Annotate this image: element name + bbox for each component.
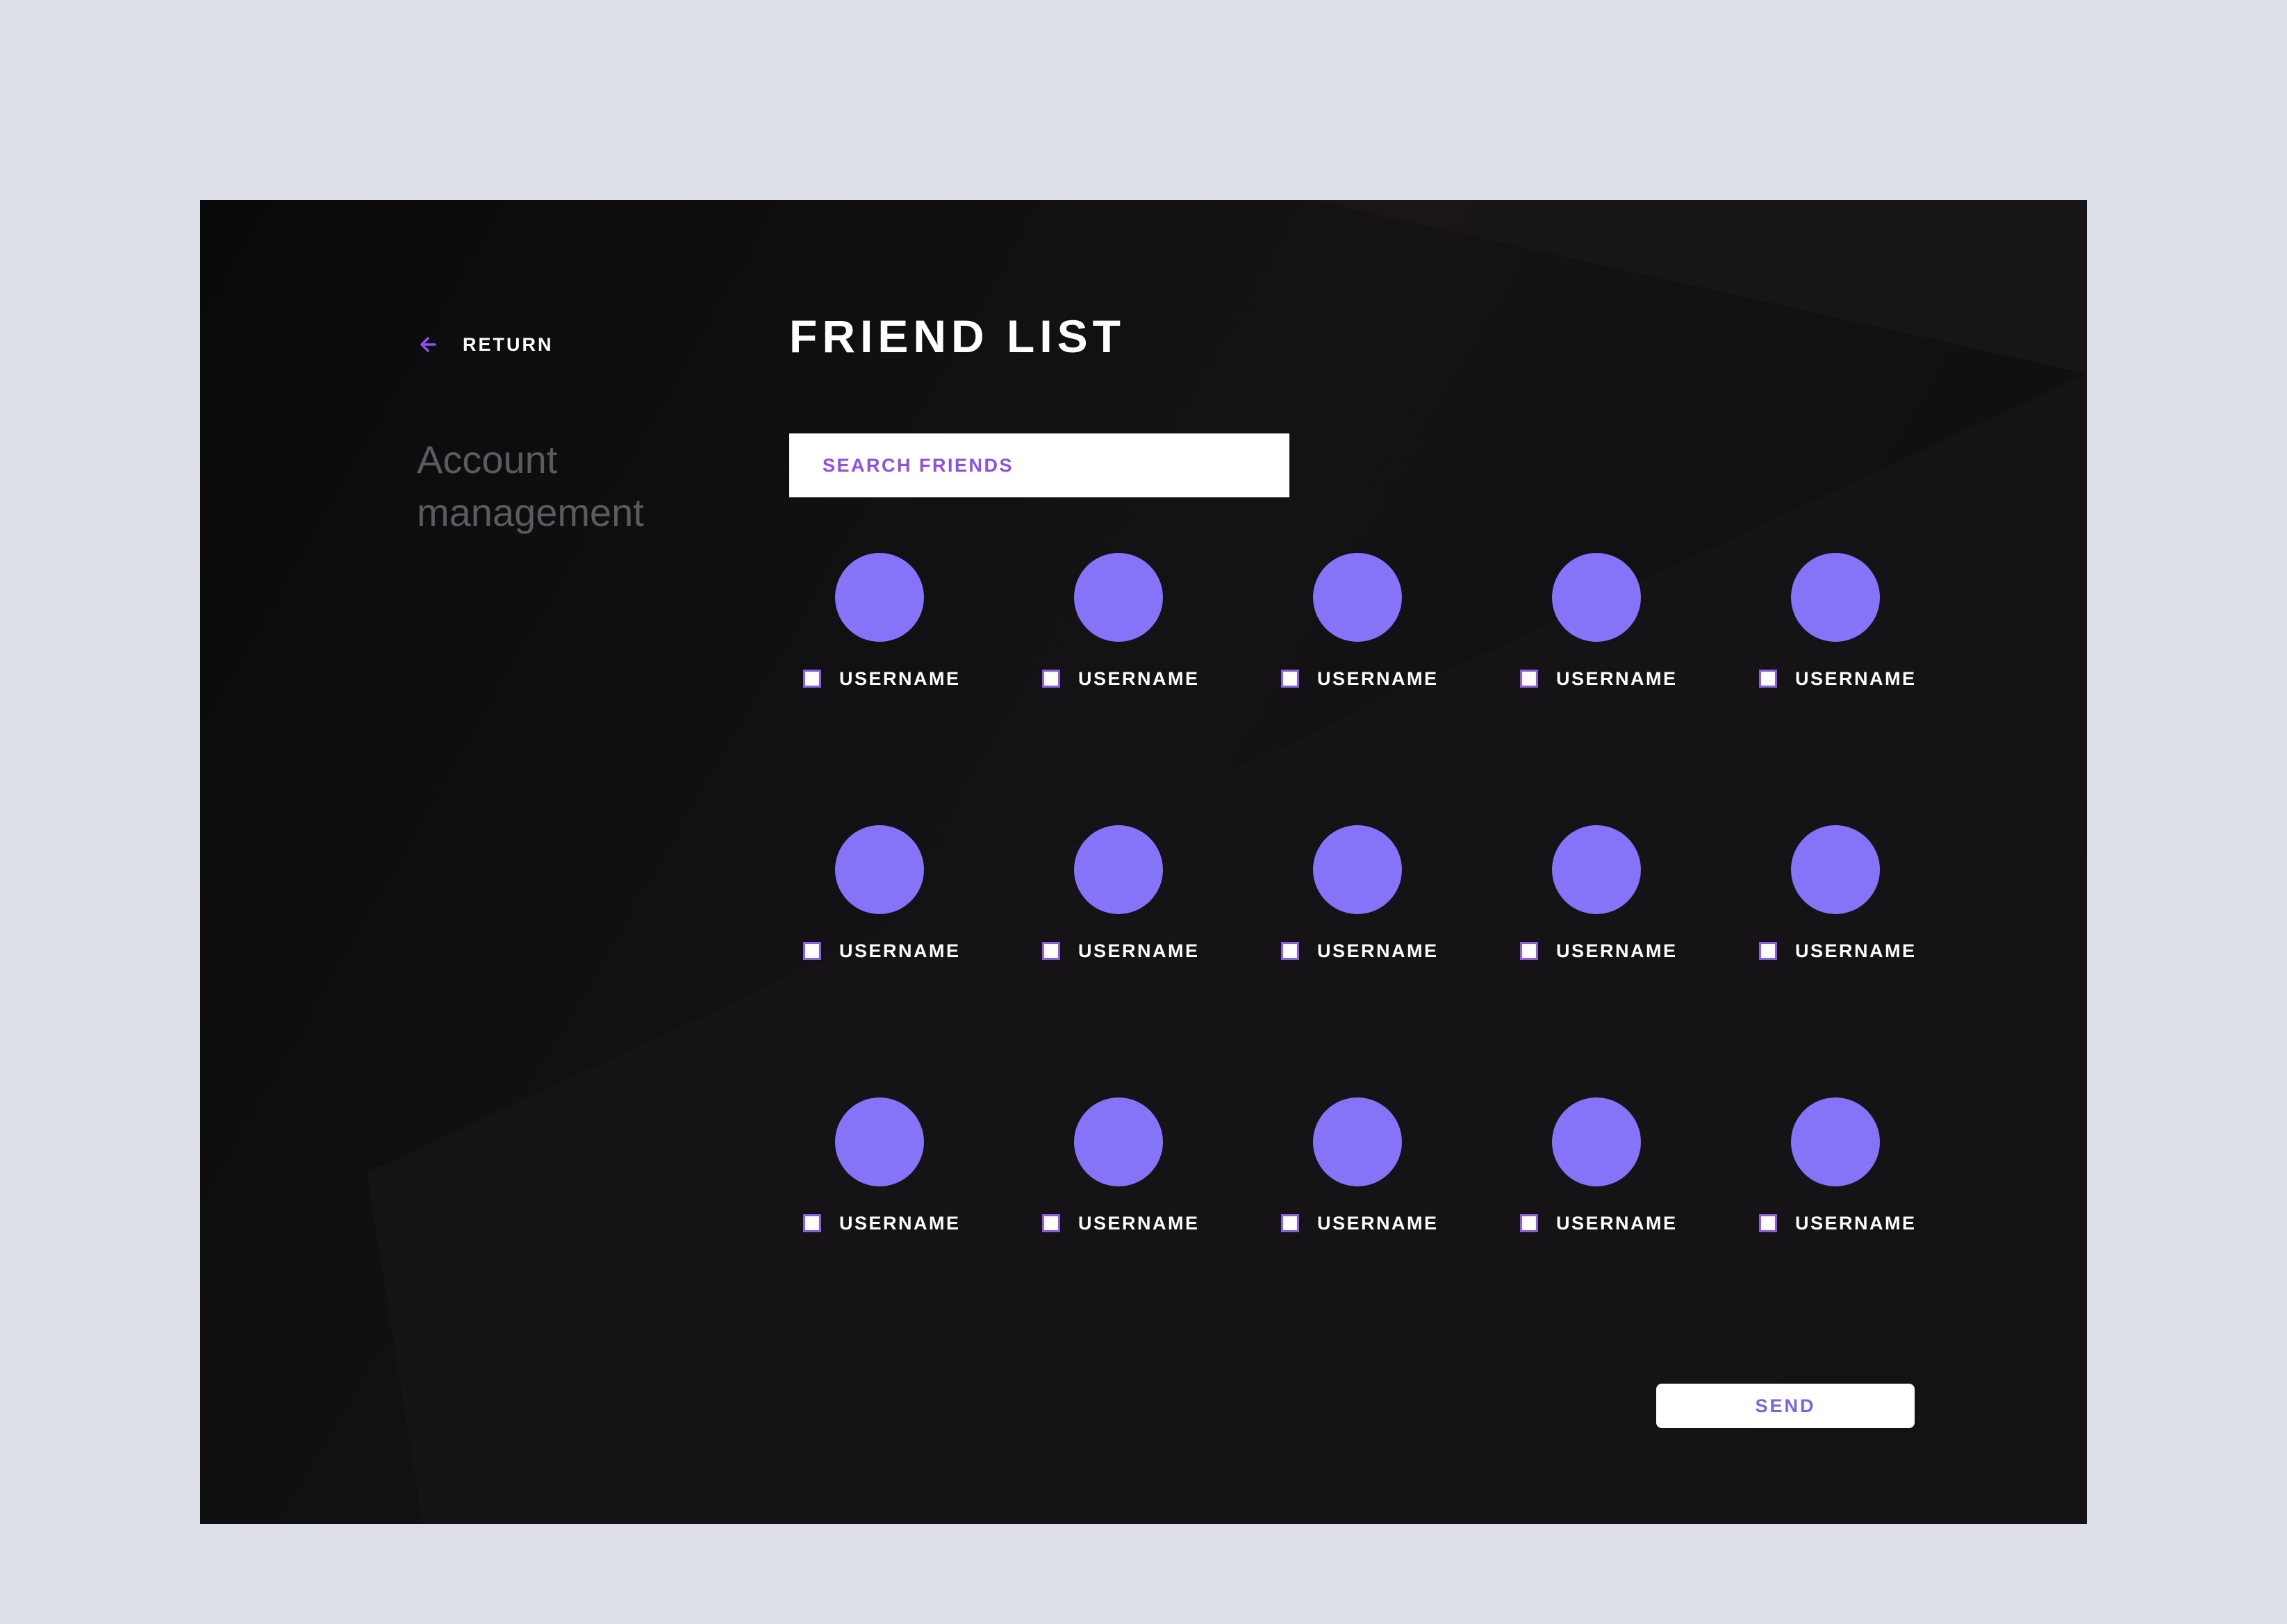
username-label: USERNAME — [839, 941, 961, 961]
friend-select-checkbox[interactable] — [1759, 670, 1777, 688]
username-label: USERNAME — [1078, 668, 1200, 689]
friend-select-checkbox[interactable] — [1042, 942, 1060, 960]
friend-select-checkbox[interactable] — [1042, 1214, 1060, 1232]
friend-select-checkbox[interactable] — [803, 670, 821, 688]
username-label: USERNAME — [839, 668, 961, 689]
avatar[interactable] — [835, 553, 924, 642]
avatar[interactable] — [1552, 1097, 1641, 1186]
send-button[interactable]: SEND — [1656, 1384, 1915, 1428]
friend-select-checkbox[interactable] — [1281, 670, 1299, 688]
friend-select-checkbox[interactable] — [1042, 670, 1060, 688]
arrow-left-icon — [420, 337, 436, 352]
username-label: USERNAME — [1795, 668, 1917, 689]
avatar[interactable] — [1552, 553, 1641, 642]
friend-select-checkbox[interactable] — [1520, 670, 1538, 688]
friend-select-checkbox[interactable] — [803, 1214, 821, 1232]
friend-card: USERNAME — [1267, 1097, 1437, 1278]
friend-card: USERNAME — [1267, 825, 1437, 1006]
friend-card: USERNAME — [1028, 553, 1198, 734]
avatar[interactable] — [1313, 1097, 1402, 1186]
avatar[interactable] — [1074, 825, 1163, 914]
username-label: USERNAME — [839, 1213, 961, 1234]
username-label: USERNAME — [1317, 1213, 1439, 1234]
page-title: FRIEND LIST — [789, 310, 1125, 362]
username-label: USERNAME — [1078, 1213, 1200, 1234]
friend-card: USERNAME — [789, 825, 959, 1006]
friend-select-checkbox[interactable] — [803, 942, 821, 960]
username-label: USERNAME — [1556, 668, 1678, 689]
username-label: USERNAME — [1317, 941, 1439, 961]
friend-card: USERNAME — [1745, 825, 1915, 1006]
friend-select-checkbox[interactable] — [1281, 942, 1299, 960]
avatar[interactable] — [835, 1097, 924, 1186]
friend-card: USERNAME — [1506, 553, 1676, 734]
username-label: USERNAME — [1317, 668, 1439, 689]
friend-list-panel: RETURN Account management FRIEND LIST US… — [200, 200, 2087, 1524]
sidebar-section-title: Account management — [417, 438, 644, 534]
username-label: USERNAME — [1795, 941, 1917, 961]
avatar[interactable] — [1313, 553, 1402, 642]
avatar[interactable] — [1552, 825, 1641, 914]
avatar[interactable] — [1313, 825, 1402, 914]
friend-select-checkbox[interactable] — [1759, 1214, 1777, 1232]
friend-card: USERNAME — [1506, 1097, 1676, 1278]
page-background: RETURN Account management FRIEND LIST US… — [0, 0, 2287, 1624]
friend-card: USERNAME — [789, 1097, 959, 1278]
avatar[interactable] — [1791, 1097, 1880, 1186]
friend-card: USERNAME — [1267, 553, 1437, 734]
avatar[interactable] — [835, 825, 924, 914]
avatar[interactable] — [1791, 825, 1880, 914]
friend-select-checkbox[interactable] — [1759, 942, 1777, 960]
return-label: RETURN — [463, 333, 554, 355]
username-label: USERNAME — [1556, 1213, 1678, 1234]
friend-select-checkbox[interactable] — [1520, 1214, 1538, 1232]
username-label: USERNAME — [1556, 941, 1678, 961]
avatar[interactable] — [1074, 553, 1163, 642]
avatar[interactable] — [1074, 1097, 1163, 1186]
friend-card: USERNAME — [1506, 825, 1676, 1006]
friend-card: USERNAME — [1028, 825, 1198, 1006]
return-button[interactable]: RETURN — [417, 328, 554, 361]
friend-select-checkbox[interactable] — [1520, 942, 1538, 960]
username-label: USERNAME — [1078, 941, 1200, 961]
friend-card: USERNAME — [1745, 553, 1915, 734]
avatar[interactable] — [1791, 553, 1880, 642]
friend-card: USERNAME — [1028, 1097, 1198, 1278]
search-friends-input[interactable] — [789, 433, 1289, 497]
friend-card: USERNAME — [789, 553, 959, 734]
username-label: USERNAME — [1795, 1213, 1917, 1234]
friend-card: USERNAME — [1745, 1097, 1915, 1278]
friend-select-checkbox[interactable] — [1281, 1214, 1299, 1232]
